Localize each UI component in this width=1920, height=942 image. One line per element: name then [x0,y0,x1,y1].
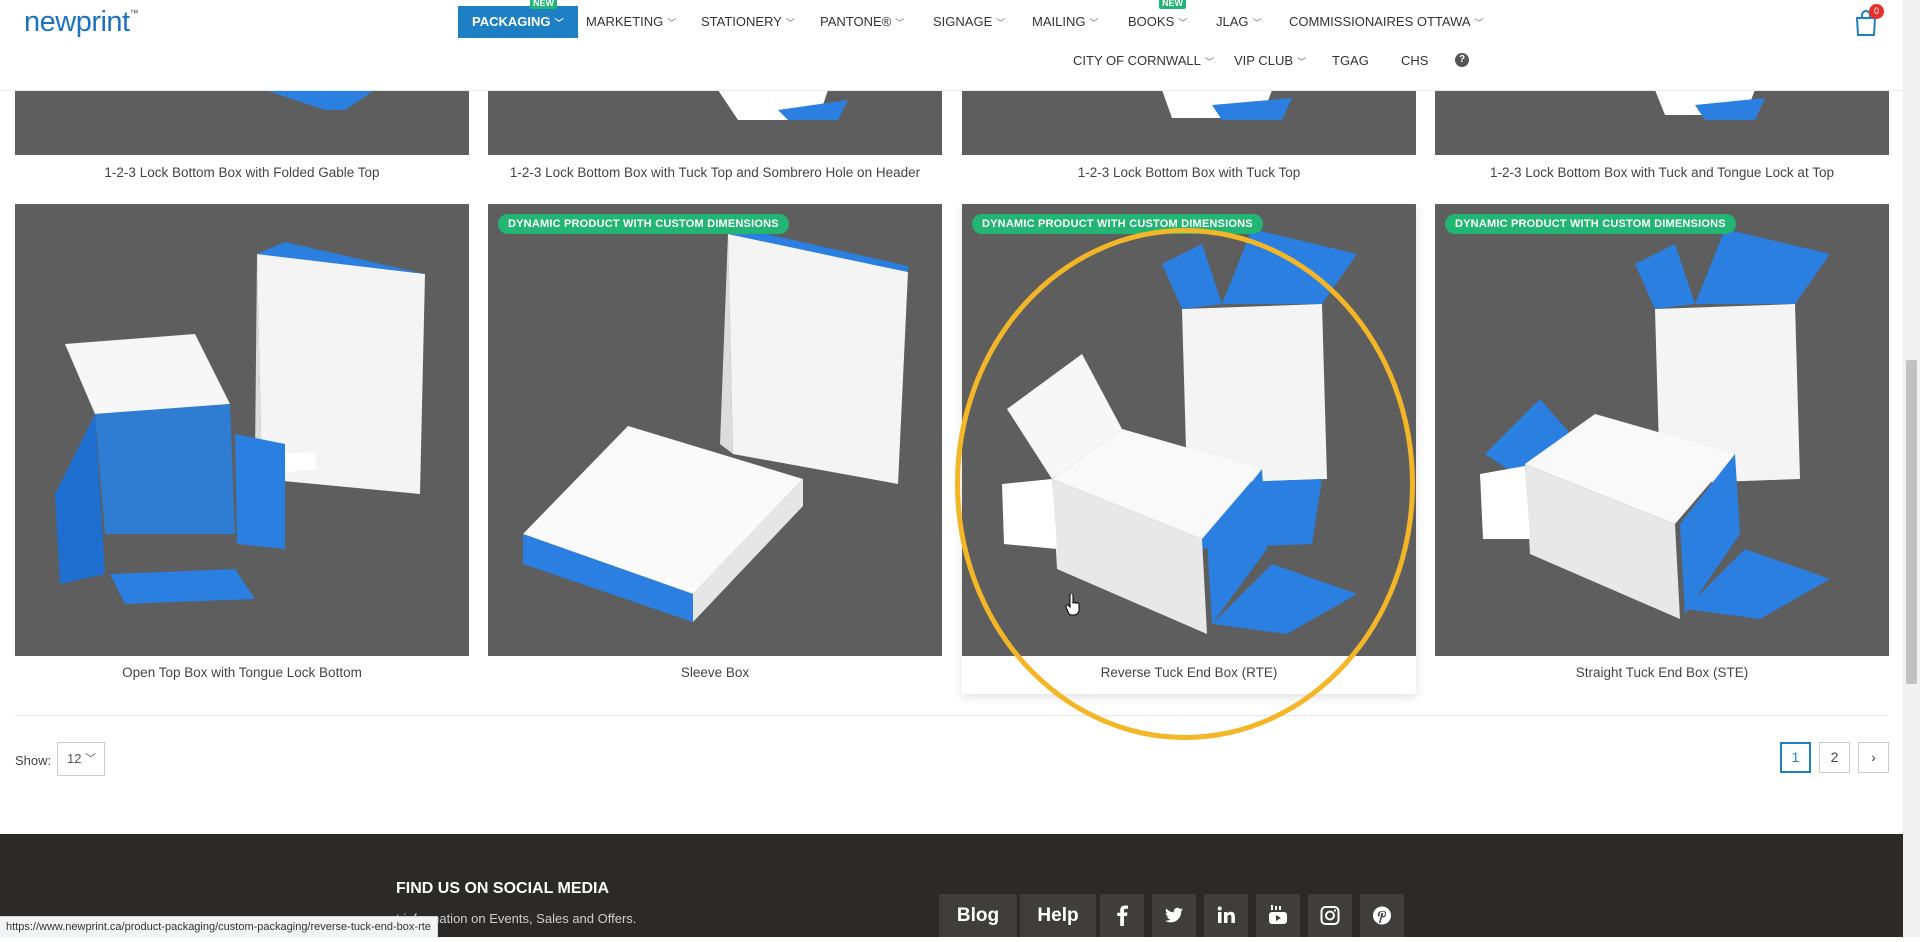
product-title[interactable]: Sleeve Box [488,665,942,680]
divider [15,715,1888,716]
nav-chs[interactable]: CHS [1401,45,1428,77]
chevron-right-icon: › [1871,749,1876,765]
logo-text: newprint [24,6,130,38]
hand-pointer-icon [1065,594,1080,616]
youtube-icon[interactable] [1256,894,1300,937]
chevron-down-icon: ﹀ [895,18,905,28]
nav-marketing[interactable]: MARKETING ﹀ [586,6,676,38]
product-image[interactable]: DYNAMIC PRODUCT WITH CUSTOM DIMENSIONS [1435,204,1889,656]
nav-label: CITY OF CORNWALL [1073,53,1201,68]
nav-label: SIGNAGE [933,14,993,29]
social-title: FIND US ON SOCIAL MEDIA [396,880,610,897]
nav-label: COMMISSIONAIRES OTTAWA [1289,14,1471,29]
logo-trademark: ™ [129,8,139,18]
chevron-down-icon: ﹀ [85,753,96,765]
product-title[interactable]: 1-2-3 Lock Bottom Box with Tuck and Tong… [1435,165,1889,180]
nav-label: MARKETING [586,14,664,29]
status-bar-url: https://www.newprint.ca/product-packagin… [0,916,438,938]
nav-label: VIP CLUB [1234,53,1294,68]
chevron-down-icon: ﹀ [554,18,564,28]
chevron-down-icon: ﹀ [1089,18,1099,28]
product-image[interactable]: DYNAMIC PRODUCT WITH CUSTOM DIMENSIONS [488,204,942,656]
nav-label: BOOKS [1128,14,1175,29]
nav-vip-club[interactable]: VIP CLUB ﹀ [1234,45,1306,77]
product-title[interactable]: Straight Tuck End Box (STE) [1435,665,1889,680]
highlight-annotation-ring [955,228,1415,740]
nav-label: PACKAGING [472,14,551,29]
dynamic-product-badge: DYNAMIC PRODUCT WITH CUSTOM DIMENSIONS [498,214,789,234]
product-image[interactable] [962,90,1416,155]
newprint-logo[interactable]: newprint™ [24,6,139,39]
linkedin-icon[interactable] [1204,894,1248,937]
product-title[interactable]: 1-2-3 Lock Bottom Box with Folded Gable … [15,165,469,180]
product-image[interactable] [15,90,469,155]
new-badge: NEW [1159,0,1186,9]
nav-label: TGAG [1332,53,1369,68]
chevron-down-icon: ﹀ [1204,57,1214,67]
nav-tgag[interactable]: TGAG [1332,45,1369,77]
page-2-button[interactable]: 2 [1819,742,1850,773]
product-image[interactable] [488,90,942,155]
product-title[interactable]: Open Top Box with Tongue Lock Bottom [15,665,469,680]
nav-commissionaires-ottawa[interactable]: COMMISSIONAIRES OTTAWA ﹀ [1289,6,1484,38]
chevron-down-icon: ﹀ [996,18,1006,28]
nav-label: MAILING [1032,14,1086,29]
next-page-button[interactable]: › [1858,742,1889,773]
product-image[interactable] [15,204,469,656]
nav-pantone[interactable]: PANTONE® ﹀ [820,6,904,38]
nav-city-of-cornwall[interactable]: CITY OF CORNWALL ﹀ [1073,45,1214,77]
product-title[interactable]: 1-2-3 Lock Bottom Box with Tuck Top [962,165,1416,180]
chevron-down-icon: ﹀ [1474,18,1484,28]
nav-label: STATIONERY [701,14,782,29]
chevron-down-icon: ﹀ [1297,57,1307,67]
chevron-down-icon: ﹀ [1178,18,1188,28]
nav-label: CHS [1401,53,1429,68]
items-per-page-select[interactable]: 12 ﹀ [57,742,105,776]
product-image[interactable] [1435,90,1889,155]
nav-books[interactable]: BOOKS ﹀ NEW [1128,0,1188,38]
items-per-page-value: 12 [67,751,82,766]
page-1-button[interactable]: 1 [1780,742,1811,773]
nav-packaging[interactable]: PACKAGING ﹀ NEW [458,0,578,38]
twitter-icon[interactable] [1152,894,1196,937]
nav-mailing[interactable]: MAILING ﹀ [1032,6,1098,38]
dynamic-product-badge: DYNAMIC PRODUCT WITH CUSTOM DIMENSIONS [1445,214,1736,234]
nav-signage[interactable]: SIGNAGE ﹀ [933,6,1005,38]
pinterest-icon[interactable] [1360,894,1404,937]
facebook-icon[interactable] [1100,894,1144,937]
show-label: Show: [15,753,52,768]
product-title[interactable]: 1-2-3 Lock Bottom Box with Tuck Top and … [488,165,942,180]
page-scrollbar-thumb[interactable] [1906,360,1917,684]
cart-count-badge: 0 [1869,4,1884,19]
site-header: newprint™ PACKAGING ﹀ NEW MARKETING ﹀ STAT… [0,0,1903,91]
nav-label: JLAG [1216,14,1249,29]
nav-stationery[interactable]: STATIONERY ﹀ [701,6,795,38]
blog-button[interactable]: Blog [939,894,1017,937]
new-badge: NEW [530,0,557,9]
chevron-down-icon: ﹀ [1252,18,1262,28]
chevron-down-icon: ﹀ [785,18,795,28]
nav-label: PANTONE® [820,14,892,29]
help-button[interactable]: Help [1020,894,1096,937]
instagram-icon[interactable] [1308,894,1352,937]
nav-jlag[interactable]: JLAG ﹀ [1216,6,1262,38]
chevron-down-icon: ﹀ [667,18,677,28]
help-icon[interactable]: ? [1455,53,1469,67]
